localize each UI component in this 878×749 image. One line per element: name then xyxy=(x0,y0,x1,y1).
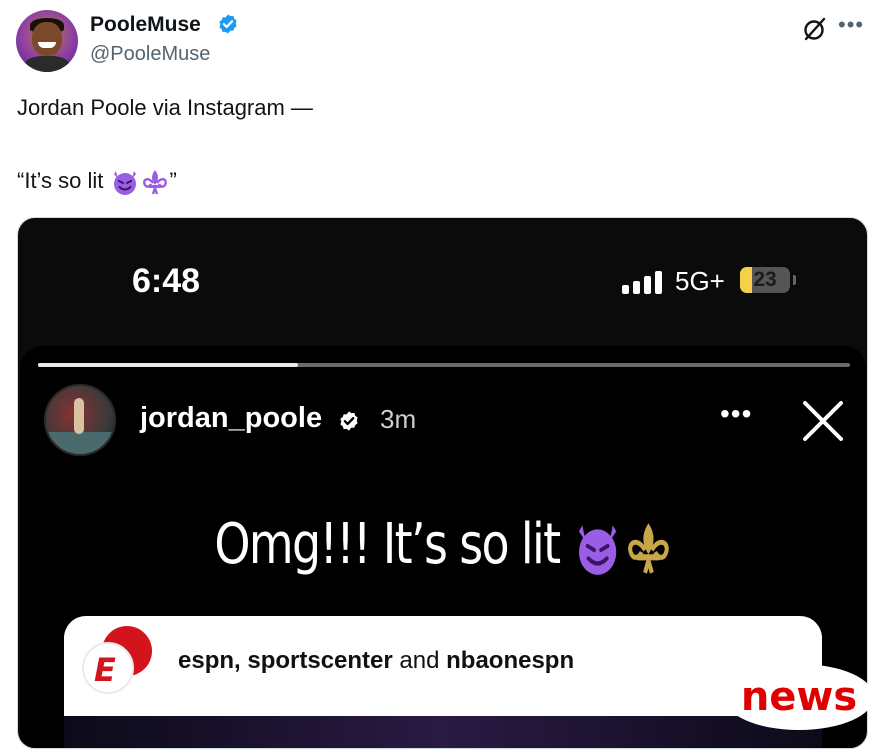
story-more-icon: ••• xyxy=(720,398,753,429)
story-caption: Omg!!! It’s so lit xyxy=(97,512,791,577)
smiling-devil-emoji xyxy=(579,525,617,575)
status-bar-network: 5G+ xyxy=(675,266,725,296)
news-watermark-text: news xyxy=(740,674,858,720)
battery-icon: 23 xyxy=(740,267,790,293)
grok-icon[interactable] xyxy=(802,16,828,42)
signal-strength-icon xyxy=(622,271,662,294)
espn-logo-icon: E xyxy=(82,642,134,694)
tweet-media-image[interactable]: 6:48 5G+ 23 jordan_poole 3m ••• Omg!!! I… xyxy=(17,217,868,749)
story-avatar xyxy=(44,384,116,456)
battery-percentage: 23 xyxy=(753,268,777,291)
story-verified-icon xyxy=(340,411,358,431)
story-progress-fill xyxy=(38,363,298,367)
story-username: jordan_poole xyxy=(140,402,323,434)
story-time-ago: 3m xyxy=(380,404,417,434)
avatar-body xyxy=(24,56,70,72)
battery-tip xyxy=(793,275,796,285)
verified-badge-icon xyxy=(219,14,237,34)
tweet-text-line1: Jordan Poole via Instagram — xyxy=(17,95,313,120)
tweet-text: Jordan Poole via Instagram — “It’s so li… xyxy=(17,95,313,195)
author-handle[interactable]: @PooleMuse xyxy=(90,43,210,66)
tweet-header: PooleMuse @PooleMuse ••• xyxy=(16,10,864,74)
status-bar-time: 6:48 xyxy=(132,262,201,300)
tweet-quote-close: ” xyxy=(169,167,177,193)
collab-accounts-main: espn, sportscenter xyxy=(178,647,393,674)
author-display-name[interactable]: PooleMuse xyxy=(90,13,201,37)
collab-accounts: espn, sportscenter and nbaonespn xyxy=(178,647,574,675)
story-progress-bar xyxy=(38,363,850,367)
story-avatar-court xyxy=(46,432,114,454)
smiling-devil-emoji xyxy=(113,171,136,195)
fleur-de-lis-emoji xyxy=(628,523,669,574)
story-media-preview xyxy=(64,716,822,748)
tweet-text-line2: “It’s so lit ” xyxy=(17,168,177,196)
story-avatar-player xyxy=(74,398,84,434)
author-avatar[interactable] xyxy=(16,10,78,72)
collab-accounts-last: nbaonespn xyxy=(446,647,575,674)
collab-card: E espn, sportscenter and nbaonespn xyxy=(64,616,822,716)
news-watermark: news xyxy=(724,664,874,730)
tweet-quote-text: “It’s so lit xyxy=(17,167,110,193)
more-options-icon[interactable]: ••• xyxy=(838,12,864,38)
story-caption-text: Omg!!! It’s so lit xyxy=(214,512,573,577)
story-close-icon xyxy=(803,401,843,441)
fleur-de-lis-emoji xyxy=(142,170,167,195)
collab-accounts-and: and xyxy=(392,647,447,674)
espn-logo-letter: E xyxy=(94,651,116,689)
avatar-face xyxy=(32,22,62,56)
